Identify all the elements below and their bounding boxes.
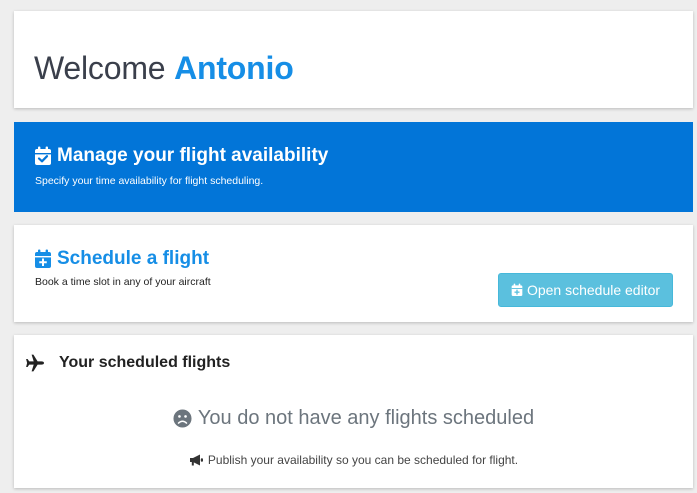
empty-state-text: You do not have any flights scheduled xyxy=(197,407,535,429)
calendar-plus-icon xyxy=(35,249,51,268)
availability-description: Specify your time availability for fligh… xyxy=(35,175,264,187)
welcome-greeting: Welcome xyxy=(34,50,166,86)
scheduled-flights-title: Your scheduled flights xyxy=(59,354,231,371)
publish-note: Publish your availability so you can be … xyxy=(14,453,693,467)
schedule-card: Schedule a flight Book a time slot in an… xyxy=(14,225,693,322)
megaphone-icon xyxy=(189,454,203,466)
open-schedule-editor-label: Open schedule editor xyxy=(526,282,661,298)
schedule-heading[interactable]: Schedule a flight xyxy=(34,247,209,271)
schedule-title: Schedule a flight xyxy=(57,248,210,269)
publish-note-text: Publish your availability so you can be … xyxy=(207,453,519,467)
availability-card[interactable]: Manage your flight availability Specify … xyxy=(14,122,693,212)
plane-icon xyxy=(26,354,44,372)
scheduled-flights-card: Your scheduled flights You do not have a… xyxy=(14,335,693,488)
calendar-check-icon xyxy=(35,146,51,165)
empty-state-message: You do not have any flights scheduled xyxy=(14,407,693,430)
user-name: Antonio xyxy=(174,50,294,86)
welcome-card: Welcome Antonio xyxy=(14,11,693,108)
open-schedule-editor-button[interactable]: Open schedule editor xyxy=(498,273,673,307)
availability-title: Manage your flight availability xyxy=(57,145,329,166)
availability-heading[interactable]: Manage your flight availability xyxy=(34,144,328,168)
schedule-description: Book a time slot in any of your aircraft xyxy=(35,276,211,288)
frown-icon xyxy=(173,409,192,428)
scheduled-flights-heading: Your scheduled flights xyxy=(25,354,230,372)
welcome-title: Welcome Antonio xyxy=(34,48,294,88)
calendar-plus-icon xyxy=(511,283,523,296)
